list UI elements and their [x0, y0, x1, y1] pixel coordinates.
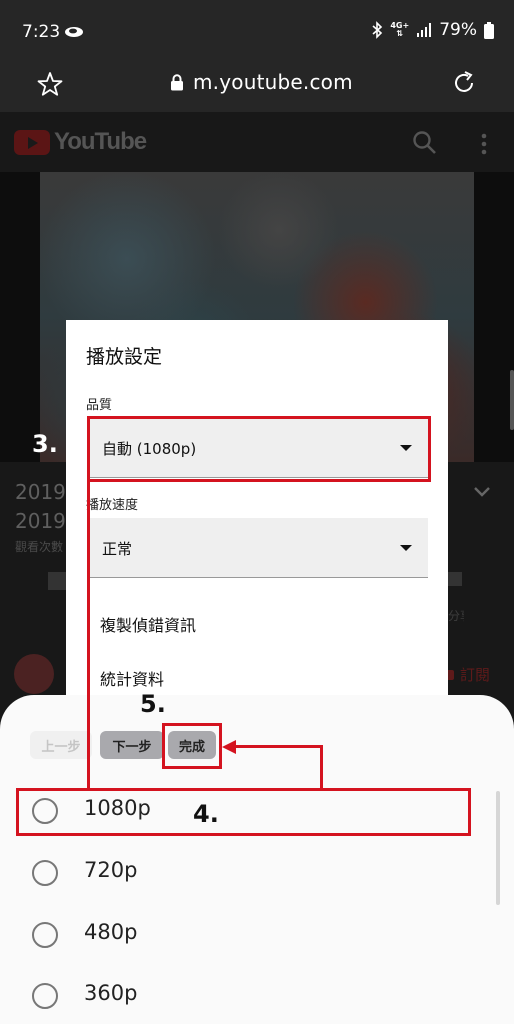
signal-icon [417, 23, 432, 37]
stats-for-nerds-link[interactable]: 統計資料 [100, 666, 164, 690]
scrollbar[interactable] [496, 791, 500, 905]
option-label: 480p [84, 920, 138, 944]
annotation-box-1080p [16, 788, 471, 836]
search-icon[interactable] [412, 130, 438, 156]
status-time: 7:23 [22, 22, 61, 42]
page-scroll-handle[interactable] [510, 370, 514, 430]
status-bar: 7:23 4G+ ⇅ 79% [0, 0, 514, 62]
cloud-icon [65, 27, 83, 37]
battery-icon [484, 21, 494, 39]
browser-url-bar: m.youtube.com [0, 62, 514, 112]
radio-button[interactable] [32, 922, 58, 948]
speed-label: 播放速度 [86, 498, 139, 513]
option-label: 720p [84, 858, 138, 882]
annotation-arrow-shaft [232, 745, 323, 748]
radio-button[interactable] [32, 983, 58, 1009]
annotation-line-vertical [87, 482, 90, 788]
channel-avatar[interactable] [14, 654, 54, 694]
battery-level: 79% [439, 20, 477, 40]
bookmark-star-icon[interactable] [37, 71, 63, 97]
option-360p[interactable]: 360p [0, 967, 500, 1024]
reload-icon[interactable] [451, 70, 477, 96]
playback-settings-dialog: 播放設定 品質 自動 (1080p) 播放速度 正常 複製偵錯資訊 統計資料 [66, 320, 448, 700]
annotation-arrow-riser [320, 745, 323, 788]
like-icon[interactable] [48, 572, 66, 590]
step-5-label: 5. [140, 690, 166, 718]
step-4-label: 4. [193, 800, 219, 828]
url-text: m.youtube.com [193, 70, 353, 94]
subscribe-button[interactable]: 訂閱 [444, 664, 490, 685]
network-type-icon: 4G+ ⇅ [390, 21, 410, 38]
next-button[interactable]: 下一步 [100, 731, 164, 759]
youtube-play-logo-icon [14, 129, 50, 155]
copy-debug-info-link[interactable]: 複製偵錯資訊 [100, 612, 196, 636]
option-label: 360p [84, 981, 138, 1005]
prev-button[interactable]: 上一步 [30, 731, 92, 759]
dialog-title: 播放設定 [86, 346, 163, 368]
share-icon[interactable] [446, 572, 462, 586]
lock-icon [171, 73, 183, 90]
annotation-box-done [162, 723, 222, 769]
subscribe-label: 訂閱 [460, 666, 491, 684]
bluetooth-icon [372, 21, 383, 39]
url-field[interactable]: m.youtube.com [170, 70, 353, 94]
more-vert-icon[interactable] [478, 132, 490, 156]
view-count: 觀看次數 [15, 540, 64, 554]
quality-label: 品質 [86, 398, 113, 413]
youtube-wordmark: YouTube [54, 128, 147, 155]
video-title: 2019 2019 [15, 480, 65, 533]
youtube-header: YouTube [0, 112, 514, 172]
dropdown-arrow-icon [400, 545, 412, 551]
chevron-down-icon[interactable] [472, 484, 492, 500]
share-label: 分享 [448, 609, 464, 623]
step-3-label: 3. [32, 430, 58, 458]
option-720p[interactable]: 720p [0, 844, 500, 902]
speed-value: 正常 [102, 540, 133, 558]
annotation-box-quality [87, 416, 431, 482]
youtube-logo[interactable]: YouTube [14, 128, 147, 156]
option-480p[interactable]: 480p [0, 906, 500, 964]
arrow-left-icon [222, 740, 236, 754]
speed-select[interactable]: 正常 [88, 518, 428, 578]
radio-button[interactable] [32, 860, 58, 886]
